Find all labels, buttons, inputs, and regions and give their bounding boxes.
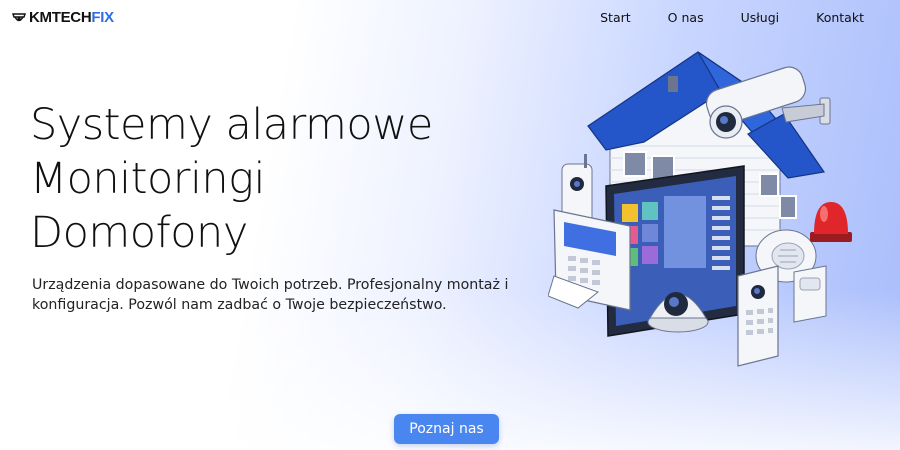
nav-item-start[interactable]: Start [600, 10, 631, 26]
brand-name-part1: KMTECH [29, 9, 92, 26]
alarm-keypad-icon [548, 209, 631, 311]
nav-item-kontakt[interactable]: Kontakt [816, 10, 864, 26]
hero-description: Urządzenia dopasowane do Twoich potrzeb.… [32, 277, 509, 313]
door-intercom-icon [737, 265, 779, 367]
brand-name: KMTECHFIX [29, 9, 114, 27]
hero-title: Systemy alarmowe Monitoringi Domofony [30, 98, 433, 260]
alarm-siren-icon [810, 202, 852, 242]
camera-icon [12, 13, 26, 22]
hero-title-line: Systemy alarmowe [30, 100, 433, 150]
hero-title-line: Monitoringi [30, 154, 265, 204]
poznaj-nas-button[interactable]: Poznaj nas [394, 414, 499, 444]
motion-sensor-icon [793, 265, 827, 323]
site-header: KMTECHFIX Start O nas Usługi Kontakt [0, 0, 900, 38]
main-nav: Start O nas Usługi Kontakt [563, 10, 864, 26]
hero-title-line: Domofony [30, 208, 248, 258]
brand-name-part2: FIX [91, 9, 114, 26]
nav-item-uslugi[interactable]: Usługi [741, 10, 780, 26]
brand-logo[interactable]: KMTECHFIX [12, 9, 114, 27]
nav-item-o-nas[interactable]: O nas [668, 10, 704, 26]
smart-home-security-illustration [548, 51, 852, 367]
